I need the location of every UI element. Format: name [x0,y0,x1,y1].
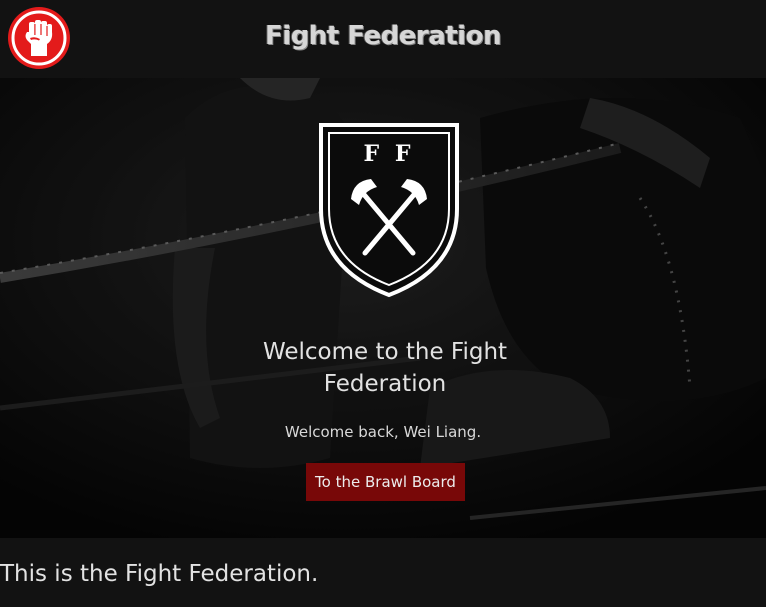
page-tagline: This is the Fight Federation. [0,561,319,587]
hero-title: Welcome to the Fight Federation [262,339,508,397]
crest-letters: F F [364,141,415,167]
welcome-message: Welcome back, Wei Liang. [284,423,482,441]
hero-section: F F Welcome to the Fight Federation Welc… [0,78,766,538]
site-title[interactable]: Fight Federation [0,16,766,56]
site-header: Fight Federation [0,0,766,78]
page: Fight Federation F F Welcome to the Figh… [0,0,766,607]
brawl-board-button[interactable]: To the Brawl Board [306,463,465,501]
ff-crest-crossed-axes-icon: F F [319,123,459,298]
